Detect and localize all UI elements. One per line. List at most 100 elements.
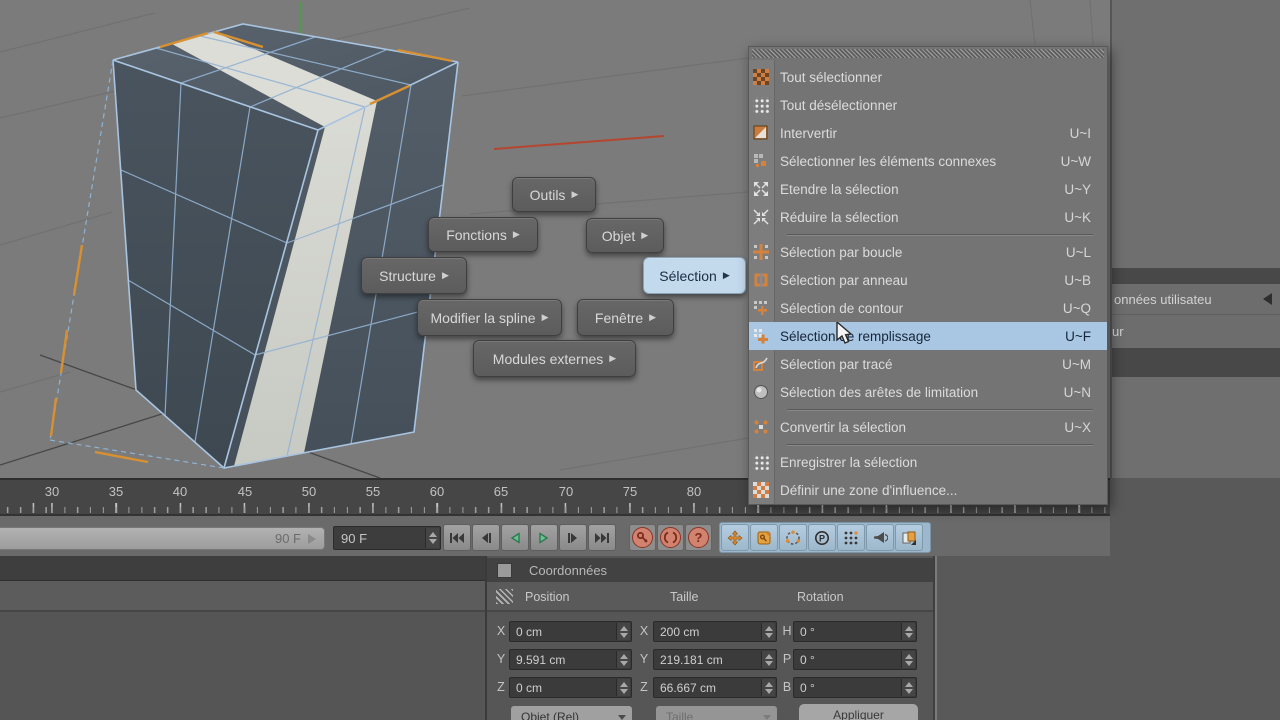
size-z-field[interactable]: 66.667 cm <box>653 677 777 698</box>
next-frame-icon <box>566 532 580 544</box>
size-y-field[interactable]: 219.181 cm <box>653 649 777 670</box>
axis-label: Z <box>495 680 507 694</box>
dropdown-caret-icon <box>618 715 626 720</box>
rotation-h-field[interactable]: 0 ° <box>793 621 917 642</box>
position-x-field[interactable]: 0 cm <box>509 621 632 642</box>
menu-item-selection-aretes-limitation[interactable]: Sélection des arêtes de limitation U~N <box>749 378 1107 406</box>
coordinate-mode-dropdown[interactable]: Objet (Rel) <box>511 706 632 720</box>
menu-item-tout-deselectionner[interactable]: Tout désélectionner <box>749 91 1107 119</box>
rotation-b-field[interactable]: 0 ° <box>793 677 917 698</box>
rotation-p-field[interactable]: 0 ° <box>793 649 917 670</box>
pie-menu-fonctions[interactable]: Fonctions ▶ <box>428 217 538 252</box>
position-z-field[interactable]: 0 cm <box>509 677 632 698</box>
pie-menu-modules-externes[interactable]: Modules externes ▶ <box>473 340 636 377</box>
menu-item-enregistrer-la-selection[interactable]: Enregistrer la sélection <box>749 448 1107 476</box>
menu-item-convertir-la-selection[interactable]: Convertir la sélection U~X <box>749 413 1107 441</box>
lock-hatch-icon[interactable] <box>496 589 513 604</box>
menu-item-selection-de-contour[interactable]: Sélection de contour U~Q <box>749 294 1107 322</box>
field-value: 219.181 cm <box>660 653 723 667</box>
submenu-left-arrow-icon <box>1263 293 1272 305</box>
field-value: 9.591 cm <box>516 653 565 667</box>
record-pla-button[interactable] <box>837 524 865 551</box>
go-to-start-button[interactable] <box>443 524 471 551</box>
play-forward-button[interactable] <box>530 524 558 551</box>
axis-label: H <box>781 624 793 638</box>
menu-item-label: Réduire la sélection <box>780 210 899 225</box>
autokey-cycle-button[interactable] <box>657 524 684 551</box>
field-spinner[interactable] <box>761 651 775 668</box>
menu-item-label: Définir une zone d'influence... <box>780 483 957 498</box>
menu-item-label: Sélection par tracé <box>780 357 893 372</box>
panel-subheader <box>0 581 485 612</box>
next-frame-button[interactable] <box>559 524 587 551</box>
go-to-end-button[interactable] <box>588 524 616 551</box>
menu-item-label: Sélection des arêtes de limitation <box>780 385 978 400</box>
coordinates-header: Coordonnées <box>487 558 933 582</box>
dropdown-value: Objet (Rel) <box>521 710 579 720</box>
menu-item-etendre-la-selection[interactable]: Etendre la sélection U~Y <box>749 175 1107 203</box>
slider-play-arrow-icon[interactable] <box>308 534 316 544</box>
occluded-menu-item-user-data[interactable]: onnées utilisateu <box>1112 284 1280 314</box>
field-spinner[interactable] <box>761 679 775 696</box>
frame-field-spinner[interactable] <box>425 528 439 548</box>
pie-menu-objet[interactable]: Objet ▶ <box>586 218 664 253</box>
menu-item-intervertir[interactable]: Intervertir U~I <box>749 119 1107 147</box>
pie-menu-structure[interactable]: Structure ▶ <box>361 257 467 294</box>
ruler-minor-ticks <box>0 507 1110 513</box>
loop-selection-icon <box>753 244 769 260</box>
field-spinner[interactable] <box>616 623 630 640</box>
position-y-field[interactable]: 9.591 cm <box>509 649 632 670</box>
pie-menu-modifier-la-spline[interactable]: Modifier la spline ▶ <box>417 299 562 336</box>
menu-item-selection-par-boucle[interactable]: Sélection par boucle U~L <box>749 238 1107 266</box>
field-spinner[interactable] <box>901 623 915 640</box>
menu-item-selection-par-anneau[interactable]: Sélection par anneau U~B <box>749 266 1107 294</box>
fill-selection-icon <box>753 328 769 344</box>
phong-edges-icon <box>753 384 769 400</box>
timeline-power-slider[interactable]: 90 F <box>0 527 325 550</box>
size-x-field[interactable]: 200 cm <box>653 621 777 642</box>
axis-label: Y <box>495 652 507 666</box>
menu-item-selectionner-elements-connexes[interactable]: Sélectionner les éléments connexes U~W <box>749 147 1107 175</box>
record-help-button[interactable]: ? <box>685 524 712 551</box>
pie-menu-label: Outils <box>530 187 566 203</box>
pie-menu-fenetre[interactable]: Fenêtre ▶ <box>577 299 674 336</box>
record-rotation-button[interactable] <box>779 524 807 551</box>
menu-item-selection-de-remplissage[interactable]: Sélection de remplissage U~F <box>749 322 1107 350</box>
field-spinner[interactable] <box>761 623 775 640</box>
menu-item-tout-selectionner[interactable]: Tout sélectionner <box>749 63 1107 91</box>
record-scale-button[interactable] <box>750 524 778 551</box>
cycle-record-icon <box>660 527 681 548</box>
menu-item-definir-zone-influence[interactable]: Définir une zone d'influence... <box>749 476 1107 504</box>
record-keyframe-button[interactable] <box>629 524 656 551</box>
menu-drag-grip[interactable] <box>752 49 1104 58</box>
field-spinner[interactable] <box>901 679 915 696</box>
apply-button[interactable]: Appliquer <box>799 704 918 720</box>
menu-item-label: Tout désélectionner <box>780 98 897 113</box>
menu-item-reduire-la-selection[interactable]: Réduire la sélection U~K <box>749 203 1107 231</box>
menu-item-shortcut: U~X <box>1064 420 1091 435</box>
field-spinner[interactable] <box>616 651 630 668</box>
ruler-number: 35 <box>109 484 123 499</box>
occluded-menu-item[interactable]: ur <box>1112 314 1280 348</box>
occluded-menu-row <box>1112 268 1280 284</box>
menu-item-shortcut: U~K <box>1064 210 1091 225</box>
field-spinner[interactable] <box>901 651 915 668</box>
grow-selection-icon <box>753 181 769 197</box>
snapshot-compare-button[interactable] <box>895 524 923 551</box>
panel-checkbox[interactable] <box>497 563 512 578</box>
selection-context-menu: Tout sélectionner Tout désélectionner In… <box>748 46 1108 505</box>
record-parameter-button[interactable]: P <box>808 524 836 551</box>
occluded-side-menu: onnées utilisateu ur <box>1112 268 1280 377</box>
play-backward-button[interactable] <box>501 524 529 551</box>
size-mode-dropdown[interactable]: Taille <box>656 706 777 720</box>
ruler-number: 70 <box>559 484 573 499</box>
field-spinner[interactable] <box>616 679 630 696</box>
current-frame-field[interactable]: 90 F <box>333 526 441 550</box>
pie-menu-outils[interactable]: Outils ▶ <box>512 177 596 212</box>
axis-label: Y <box>638 652 650 666</box>
pie-menu-selection[interactable]: Sélection ▶ <box>643 257 746 294</box>
sound-button[interactable] <box>866 524 894 551</box>
previous-frame-button[interactable] <box>472 524 500 551</box>
record-position-button[interactable] <box>721 524 749 551</box>
menu-item-selection-par-trace[interactable]: Sélection par tracé U~M <box>749 350 1107 378</box>
